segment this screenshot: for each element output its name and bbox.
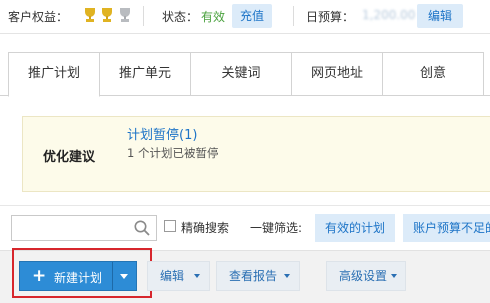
daily-budget-value: 1,200.00 — [362, 8, 416, 22]
account-bar: 客户权益： 状态： 有效 充值 日预算： 1,200.00 编辑 — [0, 0, 490, 34]
trophy-gold-icon — [85, 8, 95, 22]
trophy-gold-icon — [102, 8, 112, 22]
daily-budget-label: 日预算： — [306, 10, 355, 24]
view-report-dropdown-button[interactable]: 查看报告 — [216, 261, 300, 291]
tab-bar: 推广计划 推广单元 关键词 网页地址 创意 — [0, 52, 490, 97]
status-label: 状态： — [162, 10, 199, 24]
exact-search-label: 精确搜索 — [181, 221, 230, 235]
divider — [293, 6, 294, 26]
chevron-down-icon — [391, 274, 397, 278]
advanced-settings-dropdown-button[interactable]: 高级设置 — [326, 261, 406, 291]
divider — [143, 6, 144, 26]
tab-ad-groups[interactable]: 推广单元 — [99, 52, 191, 96]
quick-filter-label: 一键筛选: — [250, 221, 303, 235]
status-value: 有效 — [201, 10, 226, 24]
exact-search-checkbox[interactable] — [164, 220, 176, 232]
chevron-down-icon — [194, 274, 200, 278]
view-report-label: 查看报告 — [229, 269, 278, 283]
customer-rights-label: 客户权益： — [8, 10, 69, 24]
recharge-button[interactable]: 充值 — [232, 4, 273, 28]
tab-creatives[interactable]: 创意 — [382, 52, 484, 96]
advanced-settings-label: 高级设置 — [339, 269, 388, 283]
trophy-grey-icon — [120, 8, 130, 22]
highlight-box — [12, 248, 152, 298]
chevron-down-icon — [284, 274, 290, 278]
search-icon[interactable] — [133, 219, 151, 237]
filter-chip-budget-insufficient[interactable]: 账户预算不足的 — [403, 214, 490, 242]
edit-label: 编辑 — [160, 269, 185, 283]
edit-budget-button[interactable]: 编辑 — [417, 4, 463, 28]
tab-campaigns[interactable]: 推广计划 — [8, 52, 100, 97]
suggestion-title: 优化建议 — [43, 150, 96, 165]
filter-chip-active-plans[interactable]: 有效的计划 — [315, 214, 396, 242]
paused-plans-link[interactable]: 计划暂停(1) — [127, 124, 197, 143]
tab-keywords[interactable]: 关键词 — [190, 52, 292, 96]
divider — [0, 205, 490, 206]
tab-urls[interactable]: 网页地址 — [291, 52, 383, 96]
optimization-suggestion-panel: 优化建议 计划暂停(1) 1 个计划已被暂停 — [22, 116, 490, 192]
edit-dropdown-button[interactable]: 编辑 — [147, 261, 210, 291]
suggestion-description: 1 个计划已被暂停 — [127, 146, 219, 160]
